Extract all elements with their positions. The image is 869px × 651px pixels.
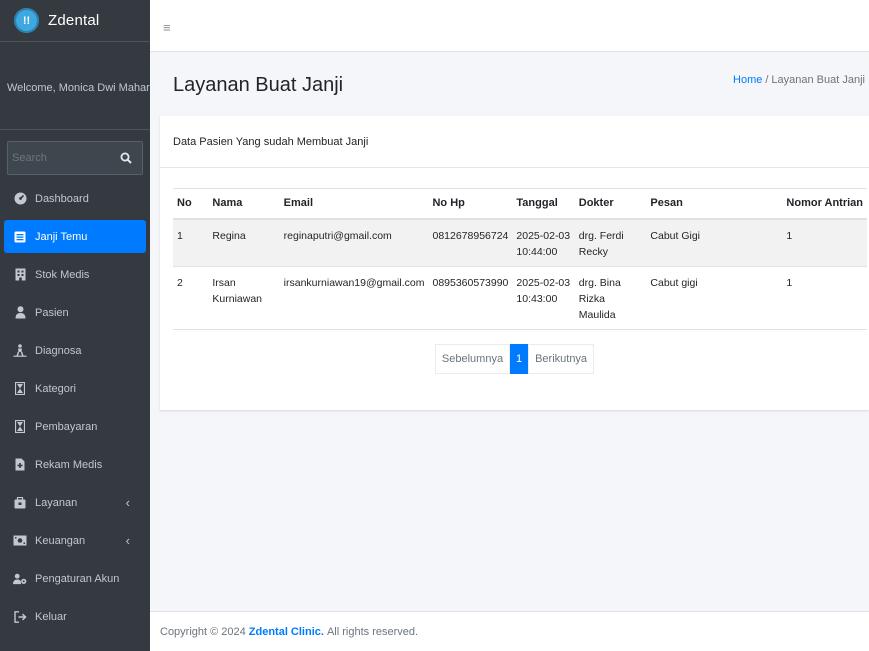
breadcrumb-home-link[interactable]: Home: [733, 74, 762, 86]
table-row: 1 Regina reginaputri@gmail.com 081267895…: [173, 218, 867, 267]
dashboard-icon: [13, 192, 27, 206]
breadcrumb-separator: /: [765, 74, 769, 86]
cell-nomor-antrian: 1: [782, 266, 867, 330]
card-body: No Nama Email No Hp Tanggal Dokter Pesan…: [160, 168, 869, 374]
cell-pesan: Cabut Gigi: [646, 218, 783, 267]
toolbox-icon: [13, 496, 27, 510]
calendar-list-icon: [13, 230, 27, 244]
sidebar-search: [7, 141, 143, 175]
sidebar-nav: Dashboard Janji Temu Stok Medis Pasien D…: [0, 182, 150, 633]
cell-nama: Irsan Kurniawan: [208, 266, 280, 330]
chevron-left-icon: ‹: [125, 533, 130, 548]
user-panel: Welcome, Monica Dwi Maharani: [0, 42, 150, 130]
sidebar-item-keuangan[interactable]: Keuangan ‹: [4, 524, 146, 557]
sidebar-item-label: Rekam Medis: [35, 458, 103, 471]
cell-nama: Regina: [208, 218, 280, 267]
hourglass-icon: [13, 382, 27, 396]
cell-dokter: drg. Ferdi Recky: [574, 218, 647, 267]
pagination: Sebelumnya 1 Berikutnya: [173, 343, 856, 374]
sidebar-item-label: Kategori: [35, 382, 76, 395]
column-header-no[interactable]: No: [173, 188, 209, 220]
file-medical-icon: [13, 458, 27, 472]
footer-brand-link[interactable]: Zdental Clinic.: [249, 626, 324, 638]
column-header-dokter[interactable]: Dokter: [574, 188, 647, 220]
sidebar-item-label: Pembayaran: [35, 420, 98, 433]
cell-no-hp: 0895360573990: [428, 266, 513, 330]
sidebar-item-diagnosa[interactable]: Diagnosa: [4, 334, 146, 367]
appointments-card: Data Pasien Yang sudah Membuat Janji No …: [160, 116, 869, 410]
footer-rights: All rights reserved.: [326, 625, 419, 638]
sidebar-item-label: Pengaturan Akun: [35, 572, 120, 585]
cell-tanggal: 2025-02-03 10:44:00: [512, 218, 575, 267]
cell-email: reginaputri@gmail.com: [279, 218, 429, 267]
menu-toggle-icon[interactable]: ≡: [163, 20, 171, 35]
building-icon: [13, 268, 27, 282]
column-header-pesan[interactable]: Pesan: [646, 188, 783, 220]
sidebar-item-rekam-medis[interactable]: Rekam Medis: [4, 448, 146, 481]
pagination-next-button[interactable]: Berikutnya: [528, 343, 595, 374]
sidebar-item-label: Keuangan: [35, 534, 86, 547]
top-navbar: ≡: [150, 0, 869, 52]
content-header: Layanan Buat Janji Home / Layanan Buat Jan…: [150, 52, 869, 116]
sidebar-item-keluar[interactable]: Keluar: [4, 600, 146, 633]
pagination-previous-button[interactable]: Sebelumnya: [434, 343, 511, 374]
sidebar-item-label: Diagnosa: [35, 344, 82, 357]
user-icon: [13, 306, 27, 320]
cell-pesan: Cabut gigi: [646, 266, 783, 330]
sign-out-icon: [13, 610, 27, 624]
cell-no: 1: [173, 218, 209, 267]
column-header-nomor-antrian[interactable]: Nomor Antrian: [782, 188, 867, 220]
cell-no-hp: 0812678956724: [428, 218, 513, 267]
sidebar-item-label: Layanan: [35, 496, 78, 509]
sidebar-item-label: Keluar: [35, 610, 67, 623]
money-icon: [13, 534, 27, 548]
search-button[interactable]: [110, 141, 143, 175]
page-title: Layanan Buat Janji: [173, 74, 344, 96]
sidebar-item-label: Dashboard: [35, 192, 89, 205]
brand-link[interactable]: !! Zdental: [0, 0, 150, 42]
sidebar-item-pasien[interactable]: Pasien: [4, 296, 146, 329]
table-row: 2 Irsan Kurniawan irsankurniawan19@gmail…: [173, 266, 867, 330]
sidebar-item-label: Janji Temu: [35, 230, 88, 243]
breadcrumb-current: Layanan Buat Janji: [771, 74, 865, 86]
sidebar-item-label: Pasien: [35, 306, 69, 319]
pagination-page-1[interactable]: 1: [510, 343, 529, 374]
cell-no: 2: [173, 266, 209, 330]
column-header-no-hp[interactable]: No Hp: [428, 188, 513, 220]
sidebar-item-pengaturan-akun[interactable]: Pengaturan Akun: [4, 562, 146, 595]
cell-email: irsankurniawan19@gmail.com: [279, 266, 429, 330]
sidebar-item-layanan[interactable]: Layanan ‹: [4, 486, 146, 519]
sidebar-item-dashboard[interactable]: Dashboard: [4, 182, 146, 215]
sidebar: !! Zdental Welcome, Monica Dwi Maharani …: [0, 0, 150, 651]
sidebar-item-kategori[interactable]: Kategori: [4, 372, 146, 405]
footer: Copyright © 2024 Zdental Clinic. All rig…: [150, 611, 869, 651]
table-header-row: No Nama Email No Hp Tanggal Dokter Pesan…: [173, 188, 867, 220]
sidebar-item-janji-temu[interactable]: Janji Temu: [4, 220, 146, 253]
sidebar-item-label: Stok Medis: [35, 268, 90, 281]
brand-name: Zdental: [48, 12, 100, 29]
appointments-table: No Nama Email No Hp Tanggal Dokter Pesan…: [173, 188, 867, 330]
users-cog-icon: [13, 572, 27, 586]
chevron-left-icon: ‹: [125, 495, 130, 510]
column-header-tanggal[interactable]: Tanggal: [512, 188, 575, 220]
card-title: Data Pasien Yang sudah Membuat Janji: [160, 116, 869, 168]
person-dolly-icon: [13, 344, 27, 358]
column-header-nama[interactable]: Nama: [208, 188, 280, 220]
user-welcome-text[interactable]: Welcome, Monica Dwi Maharani: [7, 82, 150, 94]
footer-copyright: Copyright © 2024: [160, 625, 246, 638]
sidebar-item-stok-medis[interactable]: Stok Medis: [4, 258, 146, 291]
breadcrumb: Home / Layanan Buat Janji: [733, 74, 865, 86]
cell-dokter: drg. Bina Rizka Maulida: [574, 266, 647, 330]
brand-logo-icon: !!: [14, 8, 39, 33]
search-icon: [120, 152, 132, 164]
column-header-email[interactable]: Email: [279, 188, 429, 220]
sidebar-item-pembayaran[interactable]: Pembayaran: [4, 410, 146, 443]
cell-tanggal: 2025-02-03 10:43:00: [512, 266, 575, 330]
search-input[interactable]: [7, 141, 110, 175]
cell-nomor-antrian: 1: [782, 218, 867, 267]
hourglass-icon: [13, 420, 27, 434]
